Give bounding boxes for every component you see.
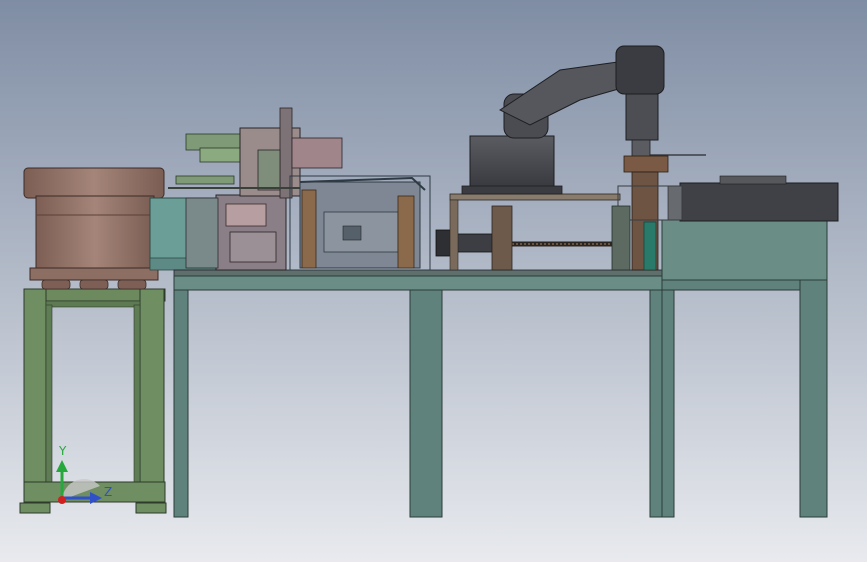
3d-cad-viewport[interactable]: Y Z: [0, 0, 867, 562]
y-axis-label: Y: [58, 444, 67, 458]
z-axis-label: Z: [104, 485, 112, 499]
press-module[interactable]: [289, 175, 431, 271]
vibratory-bowl-feeder[interactable]: [23, 167, 165, 290]
x-axis-dot: [58, 496, 66, 504]
cad-scene[interactable]: Y Z: [0, 0, 867, 562]
